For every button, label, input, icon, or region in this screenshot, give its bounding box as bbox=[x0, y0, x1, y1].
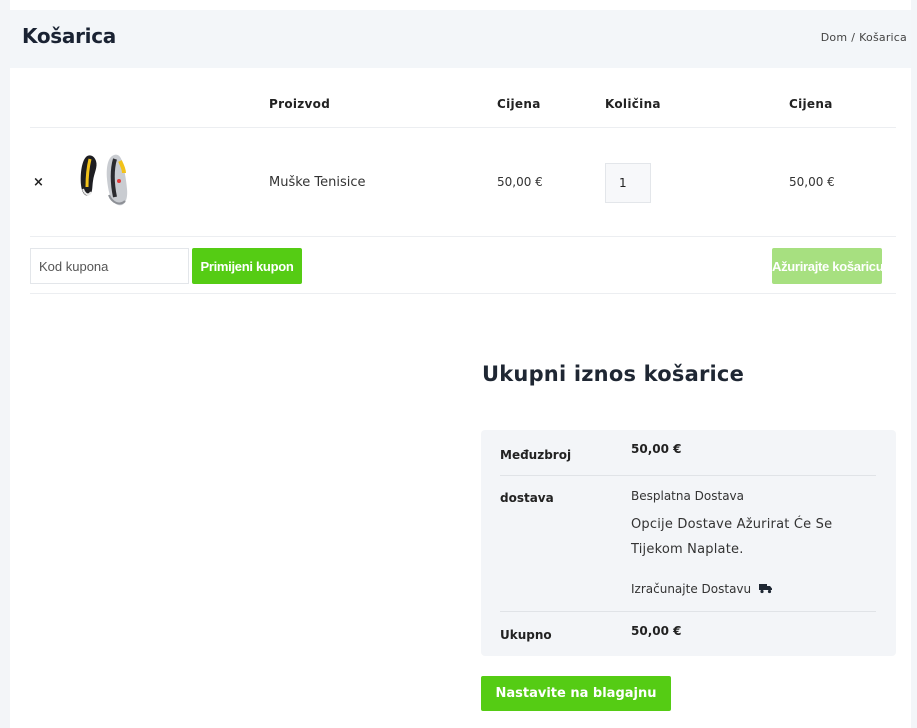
coupon-code-input[interactable] bbox=[30, 248, 189, 284]
total-label: Ukupno bbox=[500, 628, 552, 642]
left-gutter bbox=[0, 0, 10, 728]
cart-totals-heading: Ukupni iznos košarice bbox=[482, 362, 745, 386]
page-header: Košarica Dom / Košarica bbox=[10, 10, 911, 68]
breadcrumb: Dom / Košarica bbox=[821, 31, 907, 44]
sneaker-image[interactable] bbox=[76, 151, 136, 209]
cart-item-row: × Muške Tenisice 50,00 € 50,00 € bbox=[30, 129, 896, 237]
total-value: 50,00 € bbox=[631, 624, 682, 638]
breadcrumb-separator: / bbox=[851, 31, 856, 44]
remove-item-icon[interactable]: × bbox=[33, 175, 44, 190]
cart-page: Košarica Dom / Košarica Proizvod Cijena Ko… bbox=[0, 0, 917, 728]
totals-divider bbox=[500, 611, 876, 612]
totals-divider bbox=[500, 475, 876, 476]
breadcrumb-home-link[interactable]: Dom bbox=[821, 31, 848, 44]
truck-icon bbox=[758, 583, 773, 597]
item-subtotal: 50,00 € bbox=[789, 175, 835, 189]
calculate-shipping-link[interactable]: Izračunajte Dostavu bbox=[631, 582, 773, 597]
quantity-input[interactable] bbox=[605, 163, 651, 203]
column-subtotal: Cijena bbox=[789, 97, 833, 111]
calculate-shipping-label: Izračunajte Dostavu bbox=[631, 582, 752, 596]
column-product: Proizvod bbox=[269, 97, 331, 111]
subtotal-label: Međuzbroj bbox=[500, 448, 572, 462]
shipping-note: Opcije Dostave Ažurirat Će Se Tijekom Na… bbox=[631, 517, 833, 557]
page-title: Košarica bbox=[22, 24, 116, 48]
update-cart-button[interactable]: Ažurirajte košaricu bbox=[772, 248, 882, 284]
cart-actions: Primijeni kupon Ažurirajte košaricu bbox=[30, 238, 896, 294]
shipping-label: dostava bbox=[500, 491, 554, 505]
shipping-method: Besplatna Dostava bbox=[631, 489, 744, 503]
item-price: 50,00 € bbox=[497, 175, 543, 189]
right-gutter bbox=[911, 0, 917, 728]
breadcrumb-current: Košarica bbox=[859, 31, 907, 44]
column-quantity: Količina bbox=[605, 97, 661, 111]
apply-coupon-button[interactable]: Primijeni kupon bbox=[192, 248, 302, 284]
product-name-link[interactable]: Muške Tenisice bbox=[269, 175, 366, 190]
subtotal-value: 50,00 € bbox=[631, 442, 682, 456]
proceed-to-checkout-button[interactable]: Nastavite na blagajnu bbox=[481, 676, 671, 711]
column-price: Cijena bbox=[497, 97, 541, 111]
cart-table-header: Proizvod Cijena Količina Cijena bbox=[30, 88, 896, 128]
cart-totals-panel: Međuzbroj 50,00 € dostava Besplatna Dost… bbox=[481, 430, 896, 656]
